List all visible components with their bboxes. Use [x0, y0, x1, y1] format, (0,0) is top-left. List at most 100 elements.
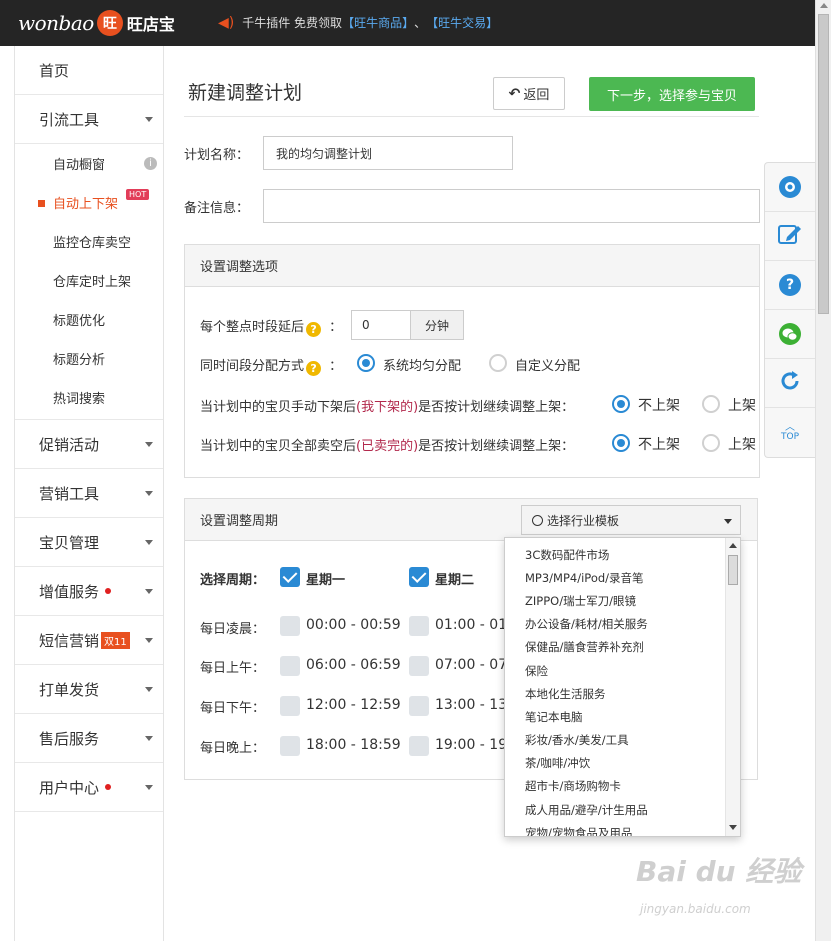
chevron-down-icon [145, 540, 153, 545]
sidebar-item-sms[interactable]: 短信营销 双11 [15, 616, 163, 665]
sidebar-item-promo[interactable]: 促销活动 [15, 420, 163, 469]
slot-label: 19:00 - 19 [435, 737, 508, 753]
sidebar-sub-auto-listing[interactable]: 自动上下架 HOT [15, 183, 163, 222]
dropdown-option[interactable]: ZIPPO/瑞士军刀/眼镜 [505, 589, 740, 612]
sidebar-sub-auto-window[interactable]: 自动橱窗 i [15, 144, 163, 183]
notice-bar: ◀) 千牛插件 免费领取 【旺牛商品】 、 【旺牛交易】 [218, 14, 498, 31]
checkbox-monday[interactable] [280, 567, 300, 587]
float-edit-button[interactable] [765, 212, 815, 261]
checkbox-slot[interactable] [409, 616, 429, 636]
back-button[interactable]: ↶ 返回 [493, 77, 565, 110]
chevron-down-icon [724, 519, 732, 524]
sidebar-sub-timed[interactable]: 仓库定时上架 [15, 261, 163, 300]
link-trade[interactable]: 【旺牛交易】 [426, 14, 498, 31]
chevron-down-icon [145, 638, 153, 643]
plan-name-input[interactable]: 我的均匀调整计划 [263, 136, 513, 170]
radio-q1-no[interactable] [612, 395, 630, 413]
radio-q1-yes[interactable] [702, 395, 720, 413]
row-label: 每日下午： [200, 701, 266, 716]
next-button[interactable]: 下一步，选择参与宝贝 [589, 77, 755, 111]
float-top-button[interactable]: ︿ TOP [765, 408, 815, 457]
delay-input[interactable]: 0 [351, 310, 411, 340]
help-icon[interactable]: ? [306, 322, 322, 337]
sidebar-item-label: 打单发货 [39, 680, 100, 699]
sidebar-sub-monitor[interactable]: 监控仓库卖空 [15, 222, 163, 261]
dropdown-option[interactable]: 3C数码配件市场 [505, 543, 740, 566]
dropdown-option[interactable]: 保健品/膳食营养补充剂 [505, 636, 740, 659]
dropdown-option[interactable]: 保险 [505, 659, 740, 682]
dropdown-scrollbar[interactable] [725, 538, 740, 836]
sidebar-sub-title-analysis[interactable]: 标题分析 [15, 339, 163, 378]
float-chat-button[interactable] [765, 163, 815, 212]
float-refresh-button[interactable] [765, 359, 815, 408]
dropdown-option[interactable]: 超市卡/商场购物卡 [505, 775, 740, 798]
dropdown-option[interactable]: 茶/咖啡/冲饮 [505, 752, 740, 775]
delay-label-text: 每个整点时段延后 [200, 320, 305, 335]
scroll-up-icon[interactable] [729, 543, 737, 548]
industry-template-select[interactable]: 选择行业模板 [521, 505, 741, 535]
sidebar-sub-title-opt[interactable]: 标题优化 [15, 300, 163, 339]
float-help-button[interactable]: ? [765, 261, 815, 310]
checkbox-slot[interactable] [409, 656, 429, 676]
sidebar-item-aftersale[interactable]: 售后服务 [15, 714, 163, 763]
checkbox-slot[interactable] [280, 656, 300, 676]
radio-q1-no-label: 不上架 [638, 398, 680, 414]
dropdown-option[interactable]: MP3/MP4/iPod/录音笔 [505, 566, 740, 589]
sidebar-item-marketing[interactable]: 营销工具 [15, 469, 163, 518]
float-wechat-button[interactable] [765, 310, 815, 359]
scroll-down-icon[interactable] [729, 825, 737, 830]
slot-label: 01:00 - 01 [435, 617, 508, 633]
top-label: TOP [780, 431, 799, 442]
radio-system-even[interactable] [357, 354, 375, 372]
double11-badge: 双11 [101, 631, 130, 649]
checkbox-slot[interactable] [409, 736, 429, 756]
checkbox-slot[interactable] [280, 696, 300, 716]
question-icon: ? [779, 274, 801, 296]
checkbox-tuesday[interactable] [409, 567, 429, 587]
logo-text: wonbao [18, 11, 94, 35]
dropdown-option[interactable]: 笔记本电脑 [505, 705, 740, 728]
dropdown-option[interactable]: 办公设备/耗材/相关服务 [505, 613, 740, 636]
q2-text: 当计划中的宝贝全部卖空后(已卖完的)是否按计划继续调整上架： [200, 435, 574, 454]
note-input[interactable] [263, 189, 760, 223]
dropdown-list: 3C数码配件市场 MP3/MP4/iPod/录音笔 ZIPPO/瑞士军刀/眼镜 … [505, 538, 740, 836]
sidebar-item-value-added[interactable]: 增值服务 [15, 567, 163, 616]
sidebar-item-traffic[interactable]: 引流工具 [15, 95, 163, 144]
info-icon[interactable]: i [144, 157, 157, 170]
q1-pre: 当计划中的宝贝手动下架后 [200, 400, 357, 415]
top-bar: wonbao 旺 旺店宝 ◀) 千牛插件 免费领取 【旺牛商品】 、 【旺牛交易… [0, 0, 815, 46]
scroll-up-icon[interactable] [820, 3, 828, 8]
dropdown-option[interactable]: 成人用品/避孕/计生用品 [505, 798, 740, 821]
radio-custom[interactable] [489, 354, 507, 372]
notification-dot-icon [105, 784, 112, 790]
sidebar-item-user[interactable]: 用户中心 [15, 763, 163, 812]
checkbox-slot[interactable] [409, 696, 429, 716]
slot-label: 07:00 - 07 [435, 657, 508, 673]
checkbox-slot[interactable] [280, 616, 300, 636]
checkbox-slot[interactable] [280, 736, 300, 756]
dropdown-option[interactable]: 宠物/宠物食品及用品 [505, 821, 740, 836]
dropdown-scroll-thumb[interactable] [728, 555, 738, 585]
mode-colon: ： [329, 359, 343, 374]
options-panel-head: 设置调整选项 [185, 245, 759, 287]
note-label: 备注信息： [184, 201, 250, 216]
sidebar-sub-label: 自动上下架 [53, 197, 119, 212]
delay-colon: ： [329, 320, 343, 335]
help-icon[interactable]: ? [306, 361, 322, 376]
scroll-thumb[interactable] [818, 14, 829, 314]
sidebar-sub-hot-search[interactable]: 热词搜索 [15, 378, 163, 417]
sidebar-item-home[interactable]: 首页 [15, 46, 163, 95]
dropdown-option[interactable]: 本地化生活服务 [505, 682, 740, 705]
mode-label: 同时间段分配方式? ： [200, 355, 342, 376]
page-scrollbar[interactable] [815, 0, 831, 941]
logo[interactable]: wonbao 旺 旺店宝 [18, 9, 175, 37]
dropdown-option[interactable]: 彩妆/香水/美发/工具 [505, 729, 740, 752]
chevron-down-icon [145, 687, 153, 692]
sidebar-item-print[interactable]: 打单发货 [15, 665, 163, 714]
hot-badge: HOT [126, 189, 150, 200]
radio-q2-no[interactable] [612, 434, 630, 452]
radio-q2-yes[interactable] [702, 434, 720, 452]
sidebar-item-label: 宝贝管理 [39, 533, 100, 552]
sidebar-item-items[interactable]: 宝贝管理 [15, 518, 163, 567]
link-goods[interactable]: 【旺牛商品】 [342, 14, 414, 31]
